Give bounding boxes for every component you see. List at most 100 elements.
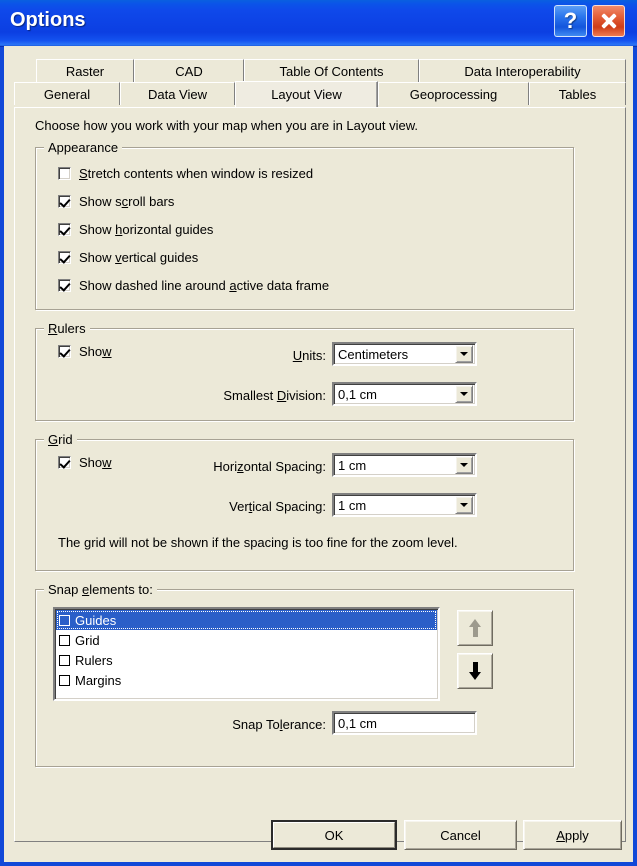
arrow-down-icon xyxy=(468,662,482,680)
chevron-down-icon[interactable] xyxy=(455,496,473,514)
tab-label: General xyxy=(43,86,91,102)
tab-table-of-contents[interactable]: Table Of Contents xyxy=(244,59,419,82)
checkbox-label: Show scroll bars xyxy=(79,194,175,209)
tab-tables[interactable]: Tables xyxy=(529,82,626,105)
list-item-label: Guides xyxy=(75,612,117,628)
checkbox-box xyxy=(58,345,71,358)
tab-data-view[interactable]: Data View xyxy=(120,82,235,105)
window-title: Options xyxy=(10,9,86,31)
checkbox-show-vertical-guides[interactable]: Show vertical guides xyxy=(58,250,198,265)
tab-page-layout-view: Choose how you work with your map when y… xyxy=(14,107,626,842)
cancel-button-label: Cancel xyxy=(440,827,481,843)
checkbox-box xyxy=(58,251,71,264)
tab-strip: Raster CAD Table Of Contents Data Intero… xyxy=(14,59,626,107)
combo-value: 0,1 cm xyxy=(338,386,378,402)
options-dialog: Options ? Raster CAD Table Of Contents D… xyxy=(0,0,637,866)
close-icon xyxy=(600,12,618,30)
rulers-group: Rulers Show Units: Centimeters Smallest … xyxy=(35,321,574,421)
chevron-down-icon[interactable] xyxy=(455,385,473,403)
label-units: Units: xyxy=(292,348,326,363)
checkbox-label: Show xyxy=(79,455,112,470)
checkbox-box xyxy=(58,456,71,469)
checkbox-label: Show dashed line around active data fram… xyxy=(79,278,330,293)
checkbox-box xyxy=(58,223,71,236)
checkbox-show-horizontal-guides[interactable]: Show horizontal guides xyxy=(58,222,213,237)
label-horizontal-spacing: Horizontal Spacing: xyxy=(213,459,326,474)
list-item-label: Rulers xyxy=(75,652,113,668)
cancel-button[interactable]: Cancel xyxy=(404,820,517,850)
question-mark-icon: ? xyxy=(563,8,578,33)
tab-data-interoperability[interactable]: Data Interoperability xyxy=(419,59,626,82)
ok-button[interactable]: OK xyxy=(271,820,397,850)
tab-layout-view[interactable]: Layout View xyxy=(235,81,378,107)
move-up-button[interactable] xyxy=(457,610,493,646)
chevron-down-icon[interactable] xyxy=(455,456,473,474)
tab-label: CAD xyxy=(175,63,203,79)
ok-button-label: OK xyxy=(273,822,395,848)
checkbox-label: Show horizontal guides xyxy=(79,222,214,237)
checkbox-rulers-show[interactable]: Show xyxy=(58,344,112,359)
list-item-label: Margins xyxy=(75,672,122,688)
combo-value: Centimeters xyxy=(338,346,409,362)
tab-label: Layout View xyxy=(271,87,342,102)
move-down-button[interactable] xyxy=(457,653,493,689)
checkbox-show-dashed-line[interactable]: Show dashed line around active data fram… xyxy=(58,278,329,293)
checkbox-stretch-contents[interactable]: Stretch contents when window is resized xyxy=(58,166,313,181)
grid-legend: Grid xyxy=(44,432,77,447)
help-button[interactable]: ? xyxy=(554,5,587,37)
combo-horizontal-spacing[interactable]: 1 cm xyxy=(332,453,477,477)
snap-legend: Snap elements to: xyxy=(44,582,157,597)
snap-elements-group: Snap elements to: Guides Grid Rulers Mar… xyxy=(35,582,574,767)
list-item[interactable]: Rulers xyxy=(56,650,437,670)
combo-smallest-division[interactable]: 0,1 cm xyxy=(332,382,477,406)
dialog-client-area: Raster CAD Table Of Contents Data Intero… xyxy=(4,46,633,862)
checkbox-label: Stretch contents when window is resized xyxy=(79,166,314,181)
intro-text: Choose how you work with your map when y… xyxy=(35,118,418,133)
checkbox-grid-show[interactable]: Show xyxy=(58,455,112,470)
tab-label: Table Of Contents xyxy=(279,63,384,79)
combo-vertical-spacing[interactable]: 1 cm xyxy=(332,493,477,517)
list-item-checkbox[interactable] xyxy=(59,674,70,686)
list-item[interactable]: Guides xyxy=(56,610,437,630)
tab-raster[interactable]: Raster xyxy=(36,59,134,82)
label-smallest-division: Smallest Division: xyxy=(223,388,326,403)
tab-label: Data Interoperability xyxy=(464,63,581,79)
list-item-label: Grid xyxy=(75,632,100,648)
tab-cad[interactable]: CAD xyxy=(134,59,244,82)
arrow-up-icon xyxy=(468,619,482,637)
combo-value: 1 cm xyxy=(338,497,367,513)
checkbox-box xyxy=(58,279,71,292)
apply-button[interactable]: Apply xyxy=(523,820,622,850)
close-button[interactable] xyxy=(592,5,625,37)
combo-units[interactable]: Centimeters xyxy=(332,342,477,366)
list-item-checkbox[interactable] xyxy=(59,614,70,626)
checkbox-label: Show vertical guides xyxy=(79,250,199,265)
list-item[interactable]: Margins xyxy=(56,670,437,690)
grid-group: Grid Show Horizontal Spacing: 1 cm Verti… xyxy=(35,432,574,571)
list-item-checkbox[interactable] xyxy=(59,654,70,666)
tab-label: Raster xyxy=(65,63,105,79)
snap-tolerance-input[interactable]: 0,1 cm xyxy=(332,711,477,735)
title-bar: Options ? xyxy=(0,0,637,47)
apply-button-label: Apply xyxy=(556,827,589,843)
list-item-checkbox[interactable] xyxy=(59,634,70,646)
checkbox-label: Show xyxy=(79,344,112,359)
combo-value: 1 cm xyxy=(338,457,367,473)
appearance-legend: Appearance xyxy=(44,140,123,155)
appearance-group: Appearance Stretch contents when window … xyxy=(35,140,574,310)
tab-general[interactable]: General xyxy=(14,82,120,105)
chevron-down-icon[interactable] xyxy=(455,345,473,363)
tab-label: Data View xyxy=(147,86,207,102)
tab-label: Tables xyxy=(558,86,597,102)
label-vertical-spacing: Vertical Spacing: xyxy=(229,499,326,514)
rulers-legend: Rulers xyxy=(44,321,90,336)
checkbox-box xyxy=(58,167,71,180)
label-snap-tolerance: Snap Tolerance: xyxy=(232,717,326,732)
snap-elements-listbox[interactable]: Guides Grid Rulers Margins xyxy=(53,607,440,701)
list-item[interactable]: Grid xyxy=(56,630,437,650)
tab-label: Geoprocessing xyxy=(409,86,498,102)
grid-note: The grid will not be shown if the spacin… xyxy=(58,535,458,550)
tab-geoprocessing[interactable]: Geoprocessing xyxy=(378,82,529,105)
checkbox-box xyxy=(58,195,71,208)
checkbox-show-scroll-bars[interactable]: Show scroll bars xyxy=(58,194,174,209)
